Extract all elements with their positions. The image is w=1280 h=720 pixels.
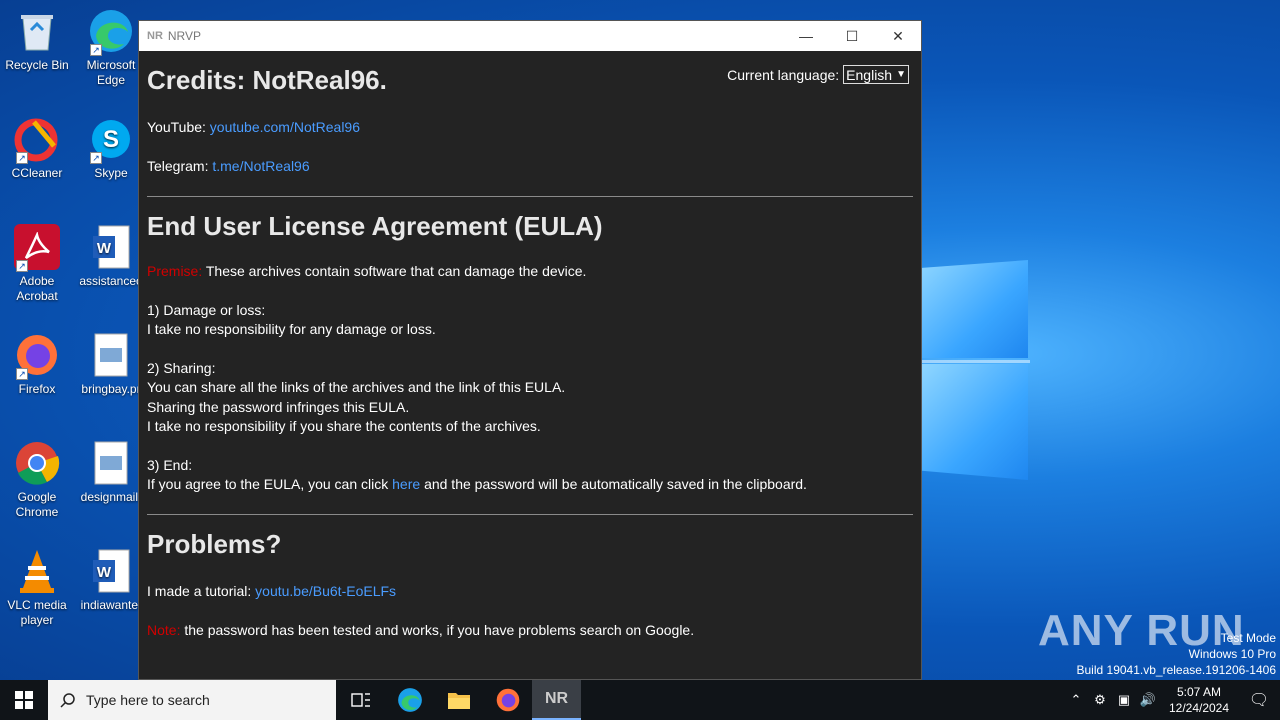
svg-text:S: S <box>103 126 119 153</box>
image-file-icon <box>88 332 134 378</box>
desktop-icon-indiawante[interactable]: W indiawante. <box>74 548 148 613</box>
nr-app-icon: NR <box>544 690 569 707</box>
youtube-line: YouTube: youtube.com/NotReal96 <box>147 119 360 135</box>
tutorial-line: I made a tutorial: youtu.be/Bu6t-EoELFs <box>147 582 397 599</box>
image-file-icon <box>88 440 134 486</box>
nrvp-window: NR NRVP — ☐ ✕ Current language: English … <box>138 20 922 680</box>
edge-icon: ↗ <box>88 8 134 56</box>
acrobat-icon: ↗ <box>14 224 60 272</box>
eula-section-3: 3) End: If you agree to the EULA, you ca… <box>147 456 807 493</box>
firefox-icon <box>496 688 519 712</box>
system-tray: ⌃ ⚙ ▣ 🔊 5:07 AM 12/24/2024 🗨 <box>1064 680 1280 720</box>
vlc-cone-icon <box>14 548 60 594</box>
edge-icon <box>397 688 422 712</box>
agree-here-link[interactable]: here <box>392 476 420 492</box>
eula-section-2: 2) Sharing: You can share all the links … <box>147 359 566 435</box>
desktop-icon-edge[interactable]: ↗ Microsoft Edge <box>74 8 148 88</box>
word-document-icon: W <box>88 224 134 270</box>
desktop-icon-chrome[interactable]: Google Chrome <box>0 440 74 520</box>
problems-heading: Problems? <box>147 528 282 559</box>
maximize-button[interactable]: ☐ <box>829 21 875 51</box>
chrome-icon <box>14 440 60 486</box>
divider <box>147 196 913 197</box>
notification-icon[interactable]: 🗨 <box>1238 690 1280 710</box>
security-icon[interactable]: ⚙ <box>1088 692 1112 708</box>
telegram-line: Telegram: t.me/NotReal96 <box>147 158 310 174</box>
divider <box>147 513 913 515</box>
language-picker: Current language: English ▼ <box>727 65 909 84</box>
desktop-icon-recycle-bin[interactable]: Recycle Bin <box>0 8 74 73</box>
windows-logo <box>922 240 1030 480</box>
taskbar-search-box[interactable]: Type here to search <box>48 680 336 720</box>
youtube-link[interactable]: youtube.com/NotReal96 <box>210 119 360 135</box>
desktop-icon-bringbay[interactable]: bringbay.pr <box>74 332 148 397</box>
task-view-button[interactable] <box>336 680 385 720</box>
desktop-icon-skype[interactable]: S ↗ Skype <box>74 116 148 181</box>
folder-icon <box>447 693 470 709</box>
tutorial-link[interactable]: youtu.be/Bu6t-EoELFs <box>255 583 396 599</box>
windows-start-icon <box>15 691 33 709</box>
telegram-link[interactable]: t.me/NotReal96 <box>212 158 309 174</box>
language-label: Current language: <box>727 66 840 83</box>
desktop-icon-assistanceo[interactable]: W assistanceo <box>74 224 148 289</box>
chevron-down-icon: ▼ <box>896 69 906 80</box>
network-icon[interactable]: ▣ <box>1112 692 1136 708</box>
taskbar-nrvp-button[interactable]: NR <box>532 680 581 720</box>
volume-icon[interactable]: 🔊 <box>1136 692 1160 708</box>
word-document-icon: W <box>88 548 134 594</box>
chevron-up-icon[interactable]: ⌃ <box>1064 692 1088 708</box>
close-button[interactable]: ✕ <box>875 21 921 51</box>
taskbar-clock[interactable]: 5:07 AM 12/24/2024 <box>1160 684 1238 716</box>
language-select[interactable]: English ▼ <box>843 65 909 84</box>
recycle-bin-icon <box>14 8 60 54</box>
taskbar: Type here to search NR ⌃ ⚙ ▣ 🔊 5:07 AM 1… <box>0 680 1280 720</box>
app-logo: NR <box>147 30 163 42</box>
maximize-icon: ☐ <box>845 27 859 44</box>
note-line: Note: the password has been tested and w… <box>147 621 695 638</box>
firefox-icon: ↗ <box>14 332 60 380</box>
window-content: Current language: English ▼ Credits: Not… <box>139 51 921 640</box>
taskbar-file-explorer-button[interactable] <box>434 680 483 720</box>
start-button[interactable] <box>0 680 48 720</box>
search-icon <box>60 693 75 708</box>
clock-time: 5:07 AM <box>1176 685 1222 699</box>
svg-text:W: W <box>97 240 112 257</box>
ccleaner-icon: ↗ <box>14 116 60 164</box>
eula-section-1: 1) Damage or loss: I take no responsibil… <box>147 301 436 338</box>
svg-text:W: W <box>97 564 112 581</box>
desktop-icon-adobe-acrobat[interactable]: ↗ Adobe Acrobat <box>0 224 74 304</box>
clock-date: 12/24/2024 <box>1168 701 1230 715</box>
close-icon: ✕ <box>892 27 904 44</box>
desktop-icon-ccleaner[interactable]: ↗ CCleaner <box>0 116 74 181</box>
task-view-icon <box>350 693 370 707</box>
eula-heading: End User License Agreement (EULA) <box>147 211 603 241</box>
skype-icon: S ↗ <box>88 116 134 164</box>
taskbar-firefox-button[interactable] <box>483 680 532 720</box>
taskbar-edge-button[interactable] <box>385 680 434 720</box>
minimize-button[interactable]: — <box>783 21 829 51</box>
desktop-icon-vlc[interactable]: VLC media player <box>0 548 74 628</box>
desktop-icon-firefox[interactable]: ↗ Firefox <box>0 332 74 397</box>
desktop-icon-designmail[interactable]: designmail. <box>74 440 148 505</box>
test-mode-notice: Test Mode Windows 10 Pro Build 19041.vb_… <box>1076 631 1277 677</box>
search-placeholder: Type here to search <box>86 692 210 708</box>
window-titlebar[interactable]: NR NRVP — ☐ ✕ <box>139 21 921 51</box>
minimize-icon: — <box>799 28 813 44</box>
window-title: NRVP <box>167 29 202 43</box>
premise-line: Premise: These archives contain software… <box>147 263 587 279</box>
